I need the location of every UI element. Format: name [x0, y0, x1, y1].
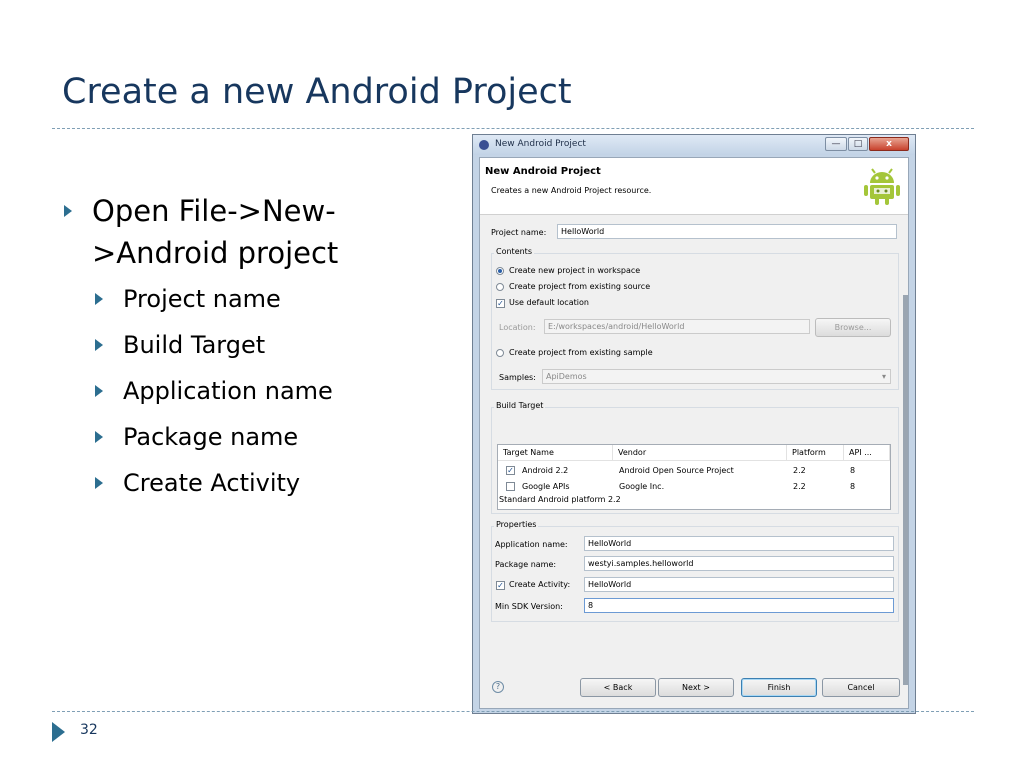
platform-cell: 2.2: [793, 482, 806, 491]
dialog-body: New Android Project Creates a new Androi…: [479, 157, 909, 709]
bullet-list: Open File->New- >Android project Project…: [62, 190, 462, 506]
column-header[interactable]: Vendor: [613, 445, 787, 461]
bullet-sub-label: Package name: [123, 423, 299, 451]
application-name-input[interactable]: HelloWorld: [584, 536, 894, 551]
slide-title: Create a new Android Project: [62, 72, 572, 112]
create-from-source-radio[interactable]: [496, 283, 504, 291]
contents-group-label: Contents: [494, 247, 534, 256]
bullet-sub-item: Package name: [62, 414, 462, 460]
location-input[interactable]: E:/workspaces/android/HelloWorld: [544, 319, 810, 334]
footer-divider: [52, 711, 974, 712]
create-activity-input[interactable]: HelloWorld: [584, 577, 894, 592]
bullet-sub-item: Application name: [62, 368, 462, 414]
bullet-main: Open File->New- >Android project: [62, 190, 462, 274]
create-activity-label: Create Activity:: [509, 580, 571, 589]
bullet-sub-item: Build Target: [62, 322, 462, 368]
use-default-location-label: Use default location: [509, 298, 589, 307]
target-name-cell: Google APIs: [522, 482, 570, 491]
maximize-button[interactable]: □: [848, 137, 868, 151]
bullet-sub-item: Create Activity: [62, 460, 462, 506]
vendor-cell: Android Open Source Project: [619, 466, 734, 475]
dialog-window-title: New Android Project: [495, 139, 586, 149]
chevron-down-icon: ▾: [881, 372, 886, 381]
android-robot-icon: [864, 168, 900, 205]
minimize-button[interactable]: —: [825, 137, 847, 151]
dialog-titlebar[interactable]: New Android Project — □ x: [473, 135, 915, 155]
build-target-status: Standard Android platform 2.2: [499, 495, 621, 504]
eclipse-icon: [479, 140, 489, 150]
build-target-group-label: Build Target: [494, 401, 546, 410]
bullet-sub-label: Build Target: [123, 331, 266, 359]
back-button[interactable]: < Back: [580, 678, 656, 697]
min-sdk-label: Min SDK Version:: [495, 602, 563, 611]
target-checkbox[interactable]: [506, 482, 515, 491]
create-from-source-label: Create project from existing source: [509, 282, 651, 291]
bullet-main-line2: >Android project: [92, 236, 339, 270]
use-default-location-checkbox[interactable]: ✓: [496, 299, 505, 308]
wizard-description: Creates a new Android Project resource.: [491, 186, 652, 195]
samples-select-value: ApiDemos: [546, 372, 587, 381]
footer-arrow-icon: [52, 722, 65, 742]
bullet-sub-label: Application name: [123, 377, 333, 405]
bullet-arrow-icon: [95, 385, 103, 397]
project-name-label: Project name:: [491, 228, 547, 237]
column-header[interactable]: Platform: [787, 445, 844, 461]
help-icon[interactable]: ?: [492, 681, 504, 693]
bullet-sub-item: Project name: [62, 276, 462, 322]
vendor-cell: Google Inc.: [619, 482, 665, 491]
cancel-button[interactable]: Cancel: [822, 678, 900, 697]
create-activity-checkbox[interactable]: ✓: [496, 581, 505, 590]
bullet-arrow-icon: [95, 477, 103, 489]
platform-cell: 2.2: [793, 466, 806, 475]
bullet-arrow-icon: [64, 205, 72, 217]
page-number: 32: [80, 722, 98, 738]
bullet-arrow-icon: [95, 293, 103, 305]
properties-group-label: Properties: [494, 520, 539, 529]
target-name-cell: Android 2.2: [522, 466, 569, 475]
create-from-sample-label: Create project from existing sample: [509, 348, 653, 357]
dialog-side-scrollbar[interactable]: [903, 295, 908, 685]
create-new-radio[interactable]: [496, 267, 504, 275]
api-cell: 8: [850, 482, 856, 491]
create-from-sample-radio[interactable]: [496, 349, 504, 357]
bullet-main-line1: Open File->New-: [92, 194, 336, 228]
location-label: Location:: [499, 323, 536, 332]
browse-button[interactable]: Browse...: [815, 318, 891, 337]
bullet-sub-label: Project name: [123, 285, 281, 313]
target-checkbox[interactable]: ✓: [506, 466, 515, 475]
application-name-label: Application name:: [495, 540, 568, 549]
package-name-input[interactable]: westyi.samples.helloworld: [584, 556, 894, 571]
min-sdk-input[interactable]: 8: [584, 598, 894, 613]
package-name-label: Package name:: [495, 560, 557, 569]
finish-button[interactable]: Finish: [741, 678, 817, 697]
column-header[interactable]: API ...: [844, 445, 890, 461]
close-button[interactable]: x: [869, 137, 909, 151]
new-android-project-dialog: New Android Project — □ x New Android Pr…: [472, 134, 916, 714]
column-header[interactable]: Target Name: [498, 445, 613, 461]
title-divider: [52, 128, 974, 129]
bullet-sub-label: Create Activity: [123, 469, 301, 497]
samples-select[interactable]: ApiDemos ▾: [542, 369, 891, 384]
project-name-input[interactable]: HelloWorld: [557, 224, 897, 239]
create-new-label: Create new project in workspace: [509, 266, 641, 275]
next-button[interactable]: Next >: [658, 678, 734, 697]
samples-label: Samples:: [499, 373, 536, 382]
bullet-arrow-icon: [95, 431, 103, 443]
wizard-title: New Android Project: [485, 166, 601, 177]
bullet-arrow-icon: [95, 339, 103, 351]
wizard-header: New Android Project Creates a new Androi…: [480, 158, 908, 215]
api-cell: 8: [850, 466, 856, 475]
